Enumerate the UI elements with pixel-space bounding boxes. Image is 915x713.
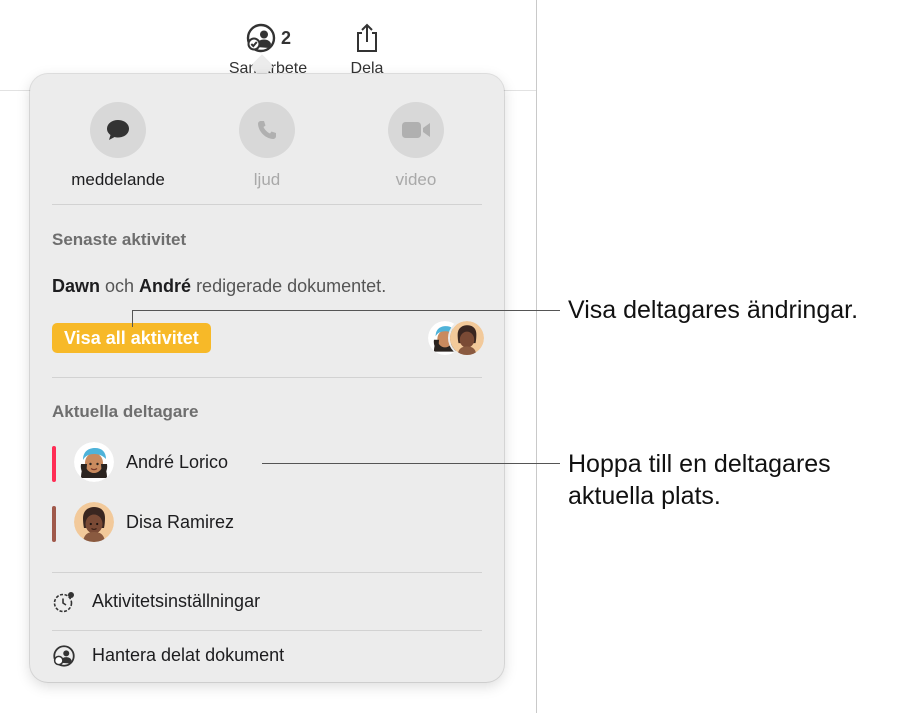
collaboration-popover: meddelande ljud video Senaste aktivitet … bbox=[30, 74, 504, 682]
callout-jump-location: Hoppa till en deltagares aktuella plats. bbox=[568, 448, 831, 512]
divider bbox=[52, 630, 482, 631]
callout-jump-line1: Hoppa till en deltagares bbox=[568, 450, 831, 478]
activity-name-dawn: Dawn bbox=[52, 276, 101, 296]
participant-color-bar bbox=[52, 506, 56, 542]
callout-leader-line bbox=[262, 463, 560, 464]
activity-settings-icon bbox=[53, 592, 74, 613]
memoji-icon bbox=[450, 321, 484, 355]
activity-avatars[interactable] bbox=[428, 321, 488, 357]
message-button[interactable]: meddelande bbox=[58, 102, 178, 190]
avatar-andre bbox=[74, 442, 114, 482]
participant-row-disa[interactable]: Disa Ramirez bbox=[52, 502, 482, 546]
avatar-disa-small bbox=[450, 321, 484, 355]
collaborate-icon bbox=[246, 23, 276, 53]
avatar-disa bbox=[74, 502, 114, 542]
activity-name-andre: André bbox=[139, 276, 192, 296]
activity-settings-button[interactable]: Aktivitetsinställningar bbox=[52, 587, 482, 617]
manage-shared-document-label: Hantera delat dokument bbox=[92, 645, 285, 665]
video-label: video bbox=[395, 170, 437, 189]
share-icon bbox=[357, 23, 377, 52]
divider bbox=[52, 377, 482, 378]
video-button[interactable]: video bbox=[356, 102, 476, 190]
audio-circle bbox=[239, 102, 295, 158]
video-camera-icon bbox=[402, 122, 430, 138]
show-all-activity-button[interactable]: Visa all aktivitet bbox=[52, 323, 211, 353]
callout-leader-line bbox=[132, 310, 560, 311]
phone-icon bbox=[258, 121, 276, 139]
manage-collaboration-icon bbox=[53, 645, 75, 667]
callout-leader-tick bbox=[132, 310, 133, 327]
divider bbox=[52, 204, 482, 205]
activity-conjunction: och bbox=[100, 276, 140, 296]
collaborator-count: 2 bbox=[280, 27, 291, 48]
participant-color-bar bbox=[52, 446, 56, 482]
manage-shared-document-button[interactable]: Hantera delat dokument bbox=[52, 641, 482, 671]
activity-text: redigerade dokumentet. bbox=[191, 276, 387, 296]
divider bbox=[52, 572, 482, 573]
recent-activity-title: Senaste aktivitet bbox=[52, 230, 187, 249]
video-circle bbox=[388, 102, 444, 158]
audio-label: ljud bbox=[253, 170, 281, 189]
share-button[interactable]: Dela bbox=[340, 18, 394, 78]
memoji-icon bbox=[74, 442, 114, 482]
current-participants-title: Aktuella deltagare bbox=[52, 402, 199, 421]
callout-view-changes: Visa deltagares ändringar. bbox=[568, 296, 859, 324]
activity-settings-label: Aktivitetsinställningar bbox=[92, 591, 261, 611]
participant-name: Disa Ramirez bbox=[126, 512, 235, 532]
message-bubble-icon bbox=[107, 120, 129, 140]
memoji-icon bbox=[74, 502, 114, 542]
participant-name: André Lorico bbox=[126, 452, 229, 472]
message-circle bbox=[90, 102, 146, 158]
message-label: meddelande bbox=[71, 170, 165, 189]
audio-button[interactable]: ljud bbox=[207, 102, 327, 190]
callout-jump-line2: aktuella plats. bbox=[568, 482, 721, 510]
activity-summary: Dawn och André redigerade dokumentet. bbox=[52, 276, 386, 297]
participant-row-andre[interactable]: André Lorico bbox=[52, 442, 482, 486]
